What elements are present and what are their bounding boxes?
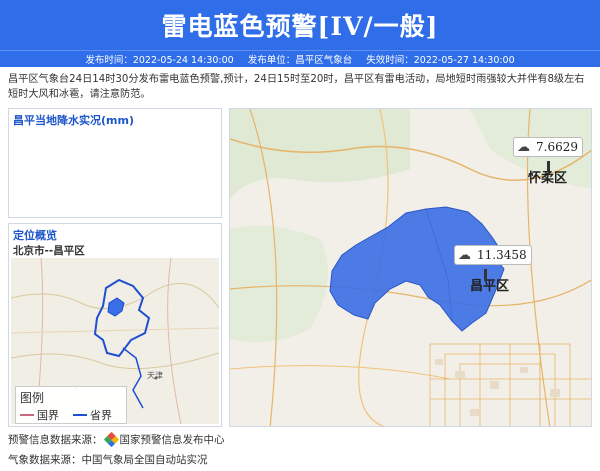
overview-minimap[interactable]: 天津 图例 国界 省界 bbox=[11, 258, 219, 424]
station-value: 7.6629 bbox=[536, 140, 578, 154]
location-subtitle: 北京市--昌平区 bbox=[13, 245, 85, 257]
weather-source-line: 气象数据来源：中国气象局全国自动站实况 bbox=[8, 452, 208, 467]
district-name-changping: 昌平区 bbox=[470, 279, 510, 294]
province-border-swatch bbox=[73, 414, 87, 416]
warning-center-logo-icon bbox=[103, 431, 119, 448]
warning-source-label: 预警信息数据来源： bbox=[8, 434, 103, 446]
rainfall-panel-title: 昌平当地降水实况(mm) bbox=[13, 114, 134, 127]
legend-item-province-border: 省界 bbox=[73, 407, 112, 423]
district-name-huairou: 怀柔区 bbox=[528, 171, 568, 186]
legend-title: 图例 bbox=[20, 391, 45, 405]
warning-title-banner: 雷电蓝色预警[IV/一般] bbox=[0, 0, 600, 50]
warning-title: 雷电蓝色预警[IV/一般] bbox=[161, 12, 439, 41]
weather-source-text: 气象数据来源：中国气象局全国自动站实况 bbox=[8, 454, 208, 466]
warning-source-name[interactable]: 国家预警信息发布中心 bbox=[120, 432, 225, 447]
rainfall-panel: 昌平当地降水实况(mm) bbox=[8, 108, 222, 218]
station-value: 11.3458 bbox=[477, 248, 527, 262]
national-border-swatch bbox=[20, 414, 34, 416]
district-map[interactable]: ☁ 7.6629 怀柔区 ☁ 11.3458 昌平区 bbox=[229, 108, 592, 427]
issuer: 发布单位：昌平区气象台 bbox=[247, 55, 353, 66]
thunder-cloud-icon: ☁ bbox=[517, 140, 530, 155]
map-legend: 图例 国界 省界 bbox=[15, 386, 127, 424]
location-overview-panel: 定位概览 北京市--昌平区 天津 图例 国界 省界 bbox=[8, 223, 222, 427]
legend-item-label: 国界 bbox=[37, 409, 59, 422]
legend-item-national-border: 国界 bbox=[20, 407, 59, 423]
expire-time: 失效时间：2022-05-27 14:30:00 bbox=[366, 55, 515, 66]
thunder-cloud-icon: ☁ bbox=[458, 248, 471, 263]
warning-description: 昌平区气象台24日14时30分发布雷电蓝色预警,预计，24日15时至20时，昌平… bbox=[8, 74, 585, 100]
minimap-city-label: 天津 bbox=[147, 371, 163, 380]
warning-meta-bar: 发布时间：2022-05-24 14:30:00 发布单位：昌平区气象台 失效时… bbox=[0, 50, 600, 67]
legend-item-label: 省界 bbox=[90, 409, 112, 422]
station-label-changping[interactable]: ☁ 11.3458 bbox=[454, 245, 532, 265]
warning-source-line: 预警信息数据来源： 国家预警信息发布中心 bbox=[8, 431, 225, 448]
station-label-huairou[interactable]: ☁ 7.6629 bbox=[513, 137, 583, 157]
issue-time: 发布时间：2022-05-24 14:30:00 bbox=[85, 55, 234, 66]
